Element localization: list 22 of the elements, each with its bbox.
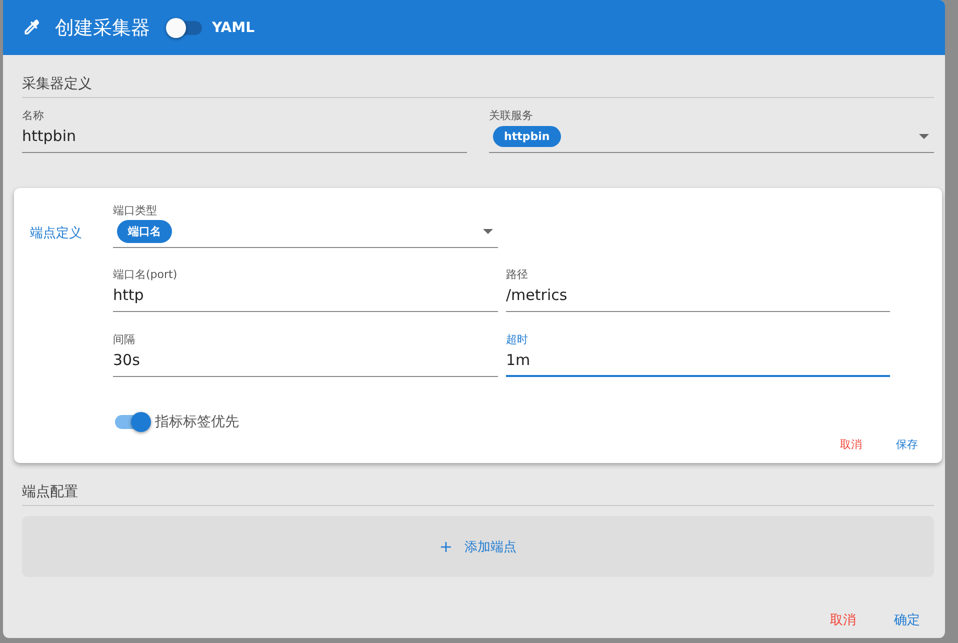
- toggle-label: YAML: [212, 20, 254, 36]
- input-field[interactable]: 超时 1m: [506, 332, 890, 377]
- input-field[interactable]: 间隔 30s: [113, 332, 498, 377]
- dialog-title: 创建采集器: [55, 16, 150, 40]
- card-label: 端点定义: [29, 225, 83, 243]
- service-select[interactable]: 关联服务 httpbin: [489, 108, 934, 153]
- section-heading: 采集器定义: [22, 75, 934, 98]
- port-type-select[interactable]: 端口类型 端口名: [113, 203, 498, 248]
- section-heading: 端点配置: [22, 483, 934, 506]
- input-field[interactable]: 路径 /metrics: [506, 267, 890, 312]
- cancel-button[interactable]: 取消: [828, 433, 874, 456]
- save-button[interactable]: 保存: [884, 433, 930, 456]
- name-field[interactable]: 名称 httpbin: [22, 108, 467, 153]
- port-type-chip: 端口名: [117, 220, 172, 242]
- yaml-toggle[interactable]: [168, 20, 202, 34]
- switch-label: 指标标签优先: [155, 413, 239, 431]
- priority-switch[interactable]: [115, 415, 149, 429]
- confirm-button[interactable]: 确定: [882, 607, 932, 633]
- service-chip: httpbin: [493, 126, 561, 146]
- dropdown-caret-icon: [483, 228, 493, 234]
- input-field[interactable]: 端口名(port) http: [113, 267, 498, 312]
- dropdown-caret-icon: [919, 134, 929, 138]
